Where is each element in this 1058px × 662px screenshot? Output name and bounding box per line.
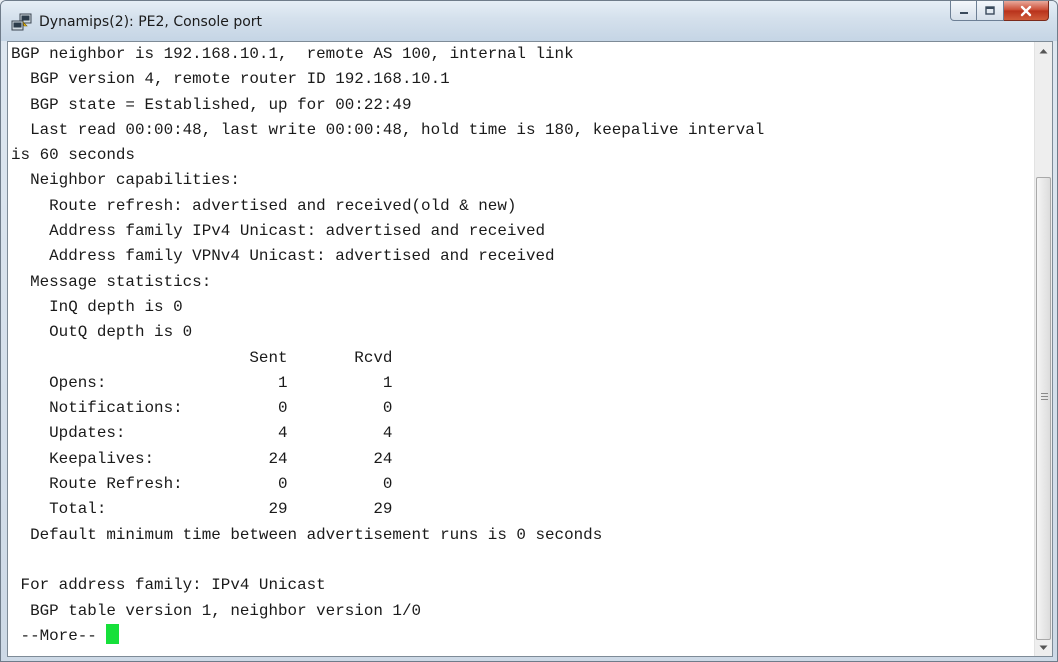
terminal-cursor xyxy=(106,623,120,644)
console-line: is 60 seconds xyxy=(11,146,135,165)
console-line: Notifications: 0 0 xyxy=(11,399,393,418)
console-line: InQ depth is 0 xyxy=(11,297,183,316)
console-area[interactable]: BGP neighbor is 192.168.10.1, remote AS … xyxy=(7,41,1053,657)
title-bar[interactable]: Dynamips(2): PE2, Console port xyxy=(1,1,1057,41)
console-line: Updates: 4 4 xyxy=(11,424,393,443)
more-prompt-line: --More-- xyxy=(11,623,1037,649)
console-line: Neighbor capabilities: xyxy=(11,171,240,190)
console-line: For address family: IPv4 Unicast xyxy=(11,576,326,595)
scroll-thumb[interactable] xyxy=(1036,177,1051,640)
scroll-up-button[interactable] xyxy=(1035,42,1052,59)
minimize-button[interactable] xyxy=(950,1,977,21)
maximize-icon xyxy=(985,5,995,15)
console-line: OutQ depth is 0 xyxy=(11,323,193,342)
grip-icon xyxy=(1041,393,1048,401)
console-window: Dynamips(2): PE2, Console port BGP neigh… xyxy=(0,0,1058,662)
console-line: Keepalives: 24 24 xyxy=(11,449,393,468)
console-line: Sent Rcvd xyxy=(11,348,393,367)
putty-terminal-icon[interactable] xyxy=(11,13,33,33)
maximize-button[interactable] xyxy=(977,1,1004,21)
console-line: Last read 00:00:48, last write 00:00:48,… xyxy=(11,120,765,139)
console-line: BGP state = Established, up for 00:22:49 xyxy=(11,95,412,114)
console-line: BGP table version 1, neighbor version 1/… xyxy=(11,601,422,620)
scroll-down-icon xyxy=(1039,645,1048,650)
scroll-up-icon xyxy=(1039,48,1048,53)
window-controls xyxy=(950,1,1049,23)
terminal-output[interactable]: BGP neighbor is 192.168.10.1, remote AS … xyxy=(8,42,1037,656)
console-line: Default minimum time between advertiseme… xyxy=(11,525,603,544)
console-line: Route refresh: advertised and received(o… xyxy=(11,196,517,215)
more-prompt: --More-- xyxy=(11,626,107,645)
minimize-icon xyxy=(959,11,968,14)
console-line: Address family IPv4 Unicast: advertised … xyxy=(11,222,546,241)
console-line: Message statistics: xyxy=(11,272,212,291)
vertical-scrollbar[interactable] xyxy=(1034,42,1052,656)
console-line: Route Refresh: 0 0 xyxy=(11,475,393,494)
console-line: BGP version 4, remote router ID 192.168.… xyxy=(11,70,450,89)
console-line: Opens: 1 1 xyxy=(11,373,393,392)
window-title: Dynamips(2): PE2, Console port xyxy=(39,14,263,30)
close-icon xyxy=(1020,5,1032,16)
console-line: BGP neighbor is 192.168.10.1, remote AS … xyxy=(11,45,574,63)
console-line: Total: 29 29 xyxy=(11,500,393,519)
scroll-down-button[interactable] xyxy=(1035,639,1052,656)
close-button[interactable] xyxy=(1004,1,1049,21)
console-line: Address family VPNv4 Unicast: advertised… xyxy=(11,247,555,266)
